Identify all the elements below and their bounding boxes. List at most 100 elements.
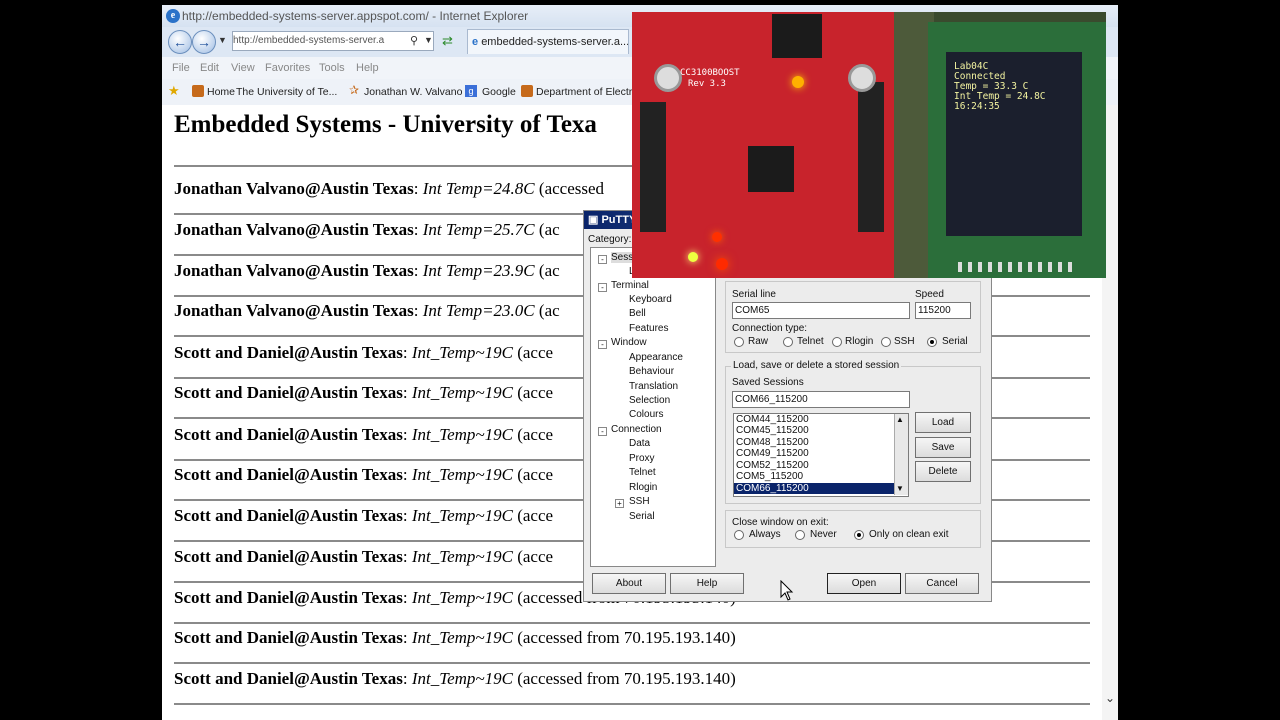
- tree-item-connection[interactable]: Connection: [611, 424, 662, 435]
- scroll-up-icon[interactable]: ▲: [896, 415, 904, 424]
- address-input[interactable]: http://embedded-systems-server.a: [232, 31, 434, 51]
- address-dropdown-icon[interactable]: ▼: [424, 35, 433, 45]
- back-button[interactable]: ←: [168, 30, 192, 54]
- menu-edit[interactable]: Edit: [200, 62, 219, 74]
- scroll-down-icon[interactable]: ▼: [896, 484, 904, 493]
- board-chip: [772, 14, 822, 58]
- radio-rlogin[interactable]: [832, 337, 842, 347]
- entry-row: Scott and Daniel@Austin Texas: Int_Temp~…: [174, 343, 554, 362]
- tree-collapse-icon[interactable]: -: [598, 283, 607, 292]
- entry-temp: Int_Temp~19C: [411, 343, 513, 362]
- entry-temp: Int_Temp~19C: [411, 588, 513, 607]
- tree-item-data[interactable]: Data: [629, 438, 650, 449]
- search-icon[interactable]: ⚲: [410, 34, 418, 47]
- about-button[interactable]: About: [592, 573, 666, 594]
- session-item[interactable]: COM45_115200: [736, 425, 809, 436]
- tree-item-telnet[interactable]: Telnet: [629, 467, 656, 478]
- lcd-module: Lab04C Connected Temp = 33.3 C Int Temp …: [928, 22, 1106, 278]
- radio-serial-label: Serial: [942, 336, 968, 347]
- forward-button[interactable]: →: [192, 30, 216, 54]
- tree-item-behaviour[interactable]: Behaviour: [629, 366, 674, 377]
- session-item[interactable]: COM52_115200: [736, 460, 809, 471]
- radio-always[interactable]: [734, 530, 744, 540]
- tree-item-selection[interactable]: Selection: [629, 395, 670, 406]
- scroll-down-arrow-icon[interactable]: ⌄: [1102, 691, 1118, 707]
- session-item[interactable]: COM44_115200: [736, 414, 809, 425]
- tree-item-serial[interactable]: Serial: [629, 511, 655, 522]
- load-button[interactable]: Load: [915, 412, 971, 433]
- radio-serial[interactable]: [927, 337, 937, 347]
- radio-ssh[interactable]: [881, 337, 891, 347]
- address-text: http://embedded-systems-server.a: [233, 35, 385, 46]
- entry-temp: Int_Temp~19C: [411, 669, 513, 688]
- saved-sessions-input[interactable]: COM66_115200: [732, 391, 910, 408]
- tree-collapse-icon[interactable]: -: [598, 340, 607, 349]
- tree-item-features[interactable]: Features: [629, 323, 668, 334]
- sessions-scrollbar[interactable]: [894, 414, 908, 495]
- tree-item-colours[interactable]: Colours: [629, 409, 663, 420]
- session-item[interactable]: COM49_115200: [736, 448, 809, 459]
- tree-collapse-icon[interactable]: -: [598, 427, 607, 436]
- led-icon: [712, 232, 722, 242]
- speed-input[interactable]: 115200: [915, 302, 971, 319]
- fav-university[interactable]: The University of Te...: [236, 86, 337, 98]
- radio-never[interactable]: [795, 530, 805, 540]
- entry-name: Scott and Daniel@Austin Texas: [174, 547, 403, 566]
- tree-item-rlogin[interactable]: Rlogin: [629, 482, 657, 493]
- refresh-icon[interactable]: ⇄: [442, 33, 453, 49]
- entry-row: Jonathan Valvano@Austin Texas: Int Temp=…: [174, 301, 560, 320]
- help-button[interactable]: Help: [670, 573, 744, 594]
- tree-item-bell[interactable]: Bell: [629, 308, 646, 319]
- tree-expand-icon[interactable]: +: [615, 499, 624, 508]
- menu-tools[interactable]: Tools: [319, 62, 345, 74]
- board-rev: Rev 3.3: [688, 79, 726, 89]
- hardware-photo: CC3100BOOST Rev 3.3 Lab04C Connected Tem…: [632, 12, 1106, 278]
- category-tree[interactable]: - Session L - Terminal Keyboard Bell Fea…: [590, 247, 716, 567]
- sessions-list[interactable]: COM44_115200 COM45_115200 COM48_115200 C…: [733, 413, 909, 497]
- entry-access: (acce: [517, 425, 554, 444]
- entry-name: Scott and Daniel@Austin Texas: [174, 425, 403, 444]
- tree-item-window[interactable]: Window: [611, 337, 647, 348]
- entry-name: Jonathan Valvano@Austin Texas: [174, 220, 414, 239]
- fav-google[interactable]: Google: [482, 86, 516, 98]
- save-button[interactable]: Save: [915, 437, 971, 458]
- entry-temp: Int_Temp~19C: [411, 383, 513, 402]
- delete-button[interactable]: Delete: [915, 461, 971, 482]
- radio-clean-exit[interactable]: [854, 530, 864, 540]
- tab-embedded-systems[interactable]: e embedded-systems-server.a...: [467, 29, 629, 54]
- tree-item-proxy[interactable]: Proxy: [629, 453, 655, 464]
- menu-help[interactable]: Help: [356, 62, 379, 74]
- history-dropdown-icon[interactable]: ▼: [218, 35, 227, 45]
- category-label: Category:: [588, 234, 632, 245]
- entry-temp: Int_Temp~19C: [411, 547, 513, 566]
- menu-file[interactable]: File: [172, 62, 190, 74]
- entry-access: (accessed from 70.195.193.140): [517, 628, 736, 647]
- open-button[interactable]: Open: [827, 573, 901, 594]
- fav-home[interactable]: Home: [207, 86, 235, 98]
- fav-department[interactable]: Department of Electric: [536, 86, 640, 98]
- tree-item-terminal[interactable]: Terminal: [611, 280, 649, 291]
- entry-access: (acce: [517, 343, 554, 362]
- session-item[interactable]: COM5_115200: [736, 471, 803, 482]
- tree-item-ssh[interactable]: SSH: [629, 496, 650, 507]
- divider: [174, 622, 1090, 624]
- fav-valvano[interactable]: Jonathan W. Valvano: [364, 86, 462, 98]
- tree-collapse-icon[interactable]: -: [598, 255, 607, 264]
- lcd-pins: [958, 262, 1078, 272]
- putty-icon: ▣: [588, 214, 599, 226]
- tree-item-keyboard[interactable]: Keyboard: [629, 294, 672, 305]
- radio-telnet[interactable]: [783, 337, 793, 347]
- menu-view[interactable]: View: [231, 62, 255, 74]
- session-item[interactable]: COM48_115200: [736, 437, 809, 448]
- tree-item-appearance[interactable]: Appearance: [629, 352, 683, 363]
- favorites-star-icon[interactable]: ★: [168, 83, 180, 98]
- session-item-selected[interactable]: COM66_115200: [734, 483, 896, 494]
- tree-item-translation[interactable]: Translation: [629, 381, 678, 392]
- entry-temp: Int Temp=25.7C: [422, 220, 535, 239]
- entry-name: Scott and Daniel@Austin Texas: [174, 506, 403, 525]
- entry-access: (ac: [538, 220, 560, 239]
- serial-line-input[interactable]: COM65: [732, 302, 910, 319]
- cancel-button[interactable]: Cancel: [905, 573, 979, 594]
- radio-raw[interactable]: [734, 337, 744, 347]
- menu-favorites[interactable]: Favorites: [265, 62, 310, 74]
